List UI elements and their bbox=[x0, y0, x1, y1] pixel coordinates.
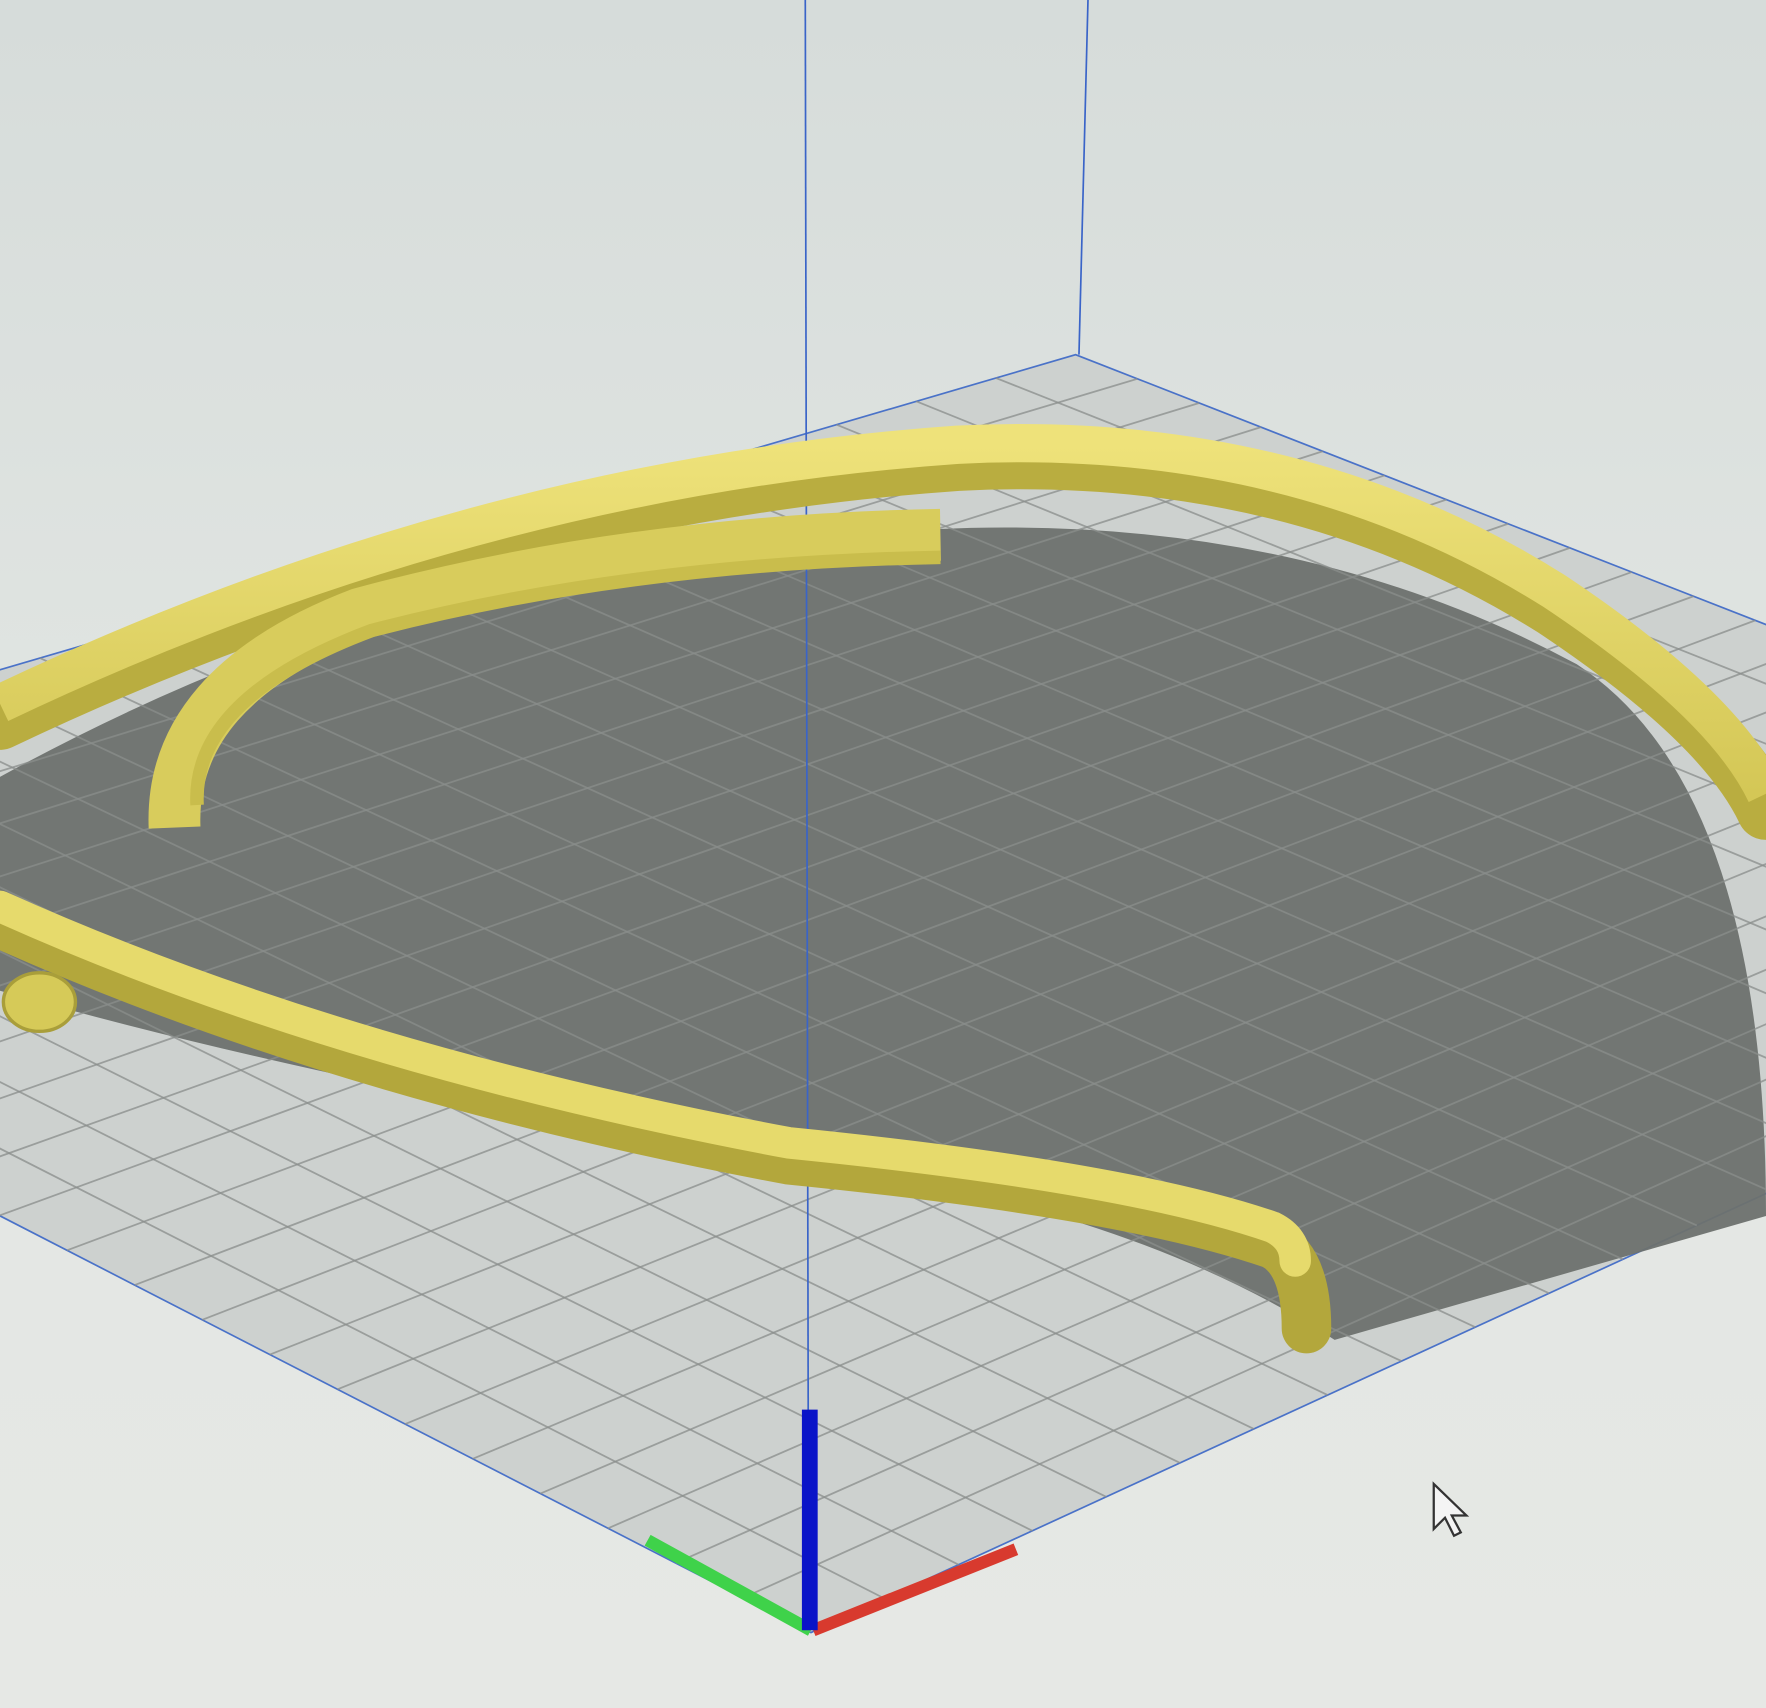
3d-viewport[interactable] bbox=[0, 0, 1766, 1708]
headband-pin bbox=[1, 971, 78, 1034]
scene-canvas[interactable] bbox=[0, 0, 1766, 1708]
